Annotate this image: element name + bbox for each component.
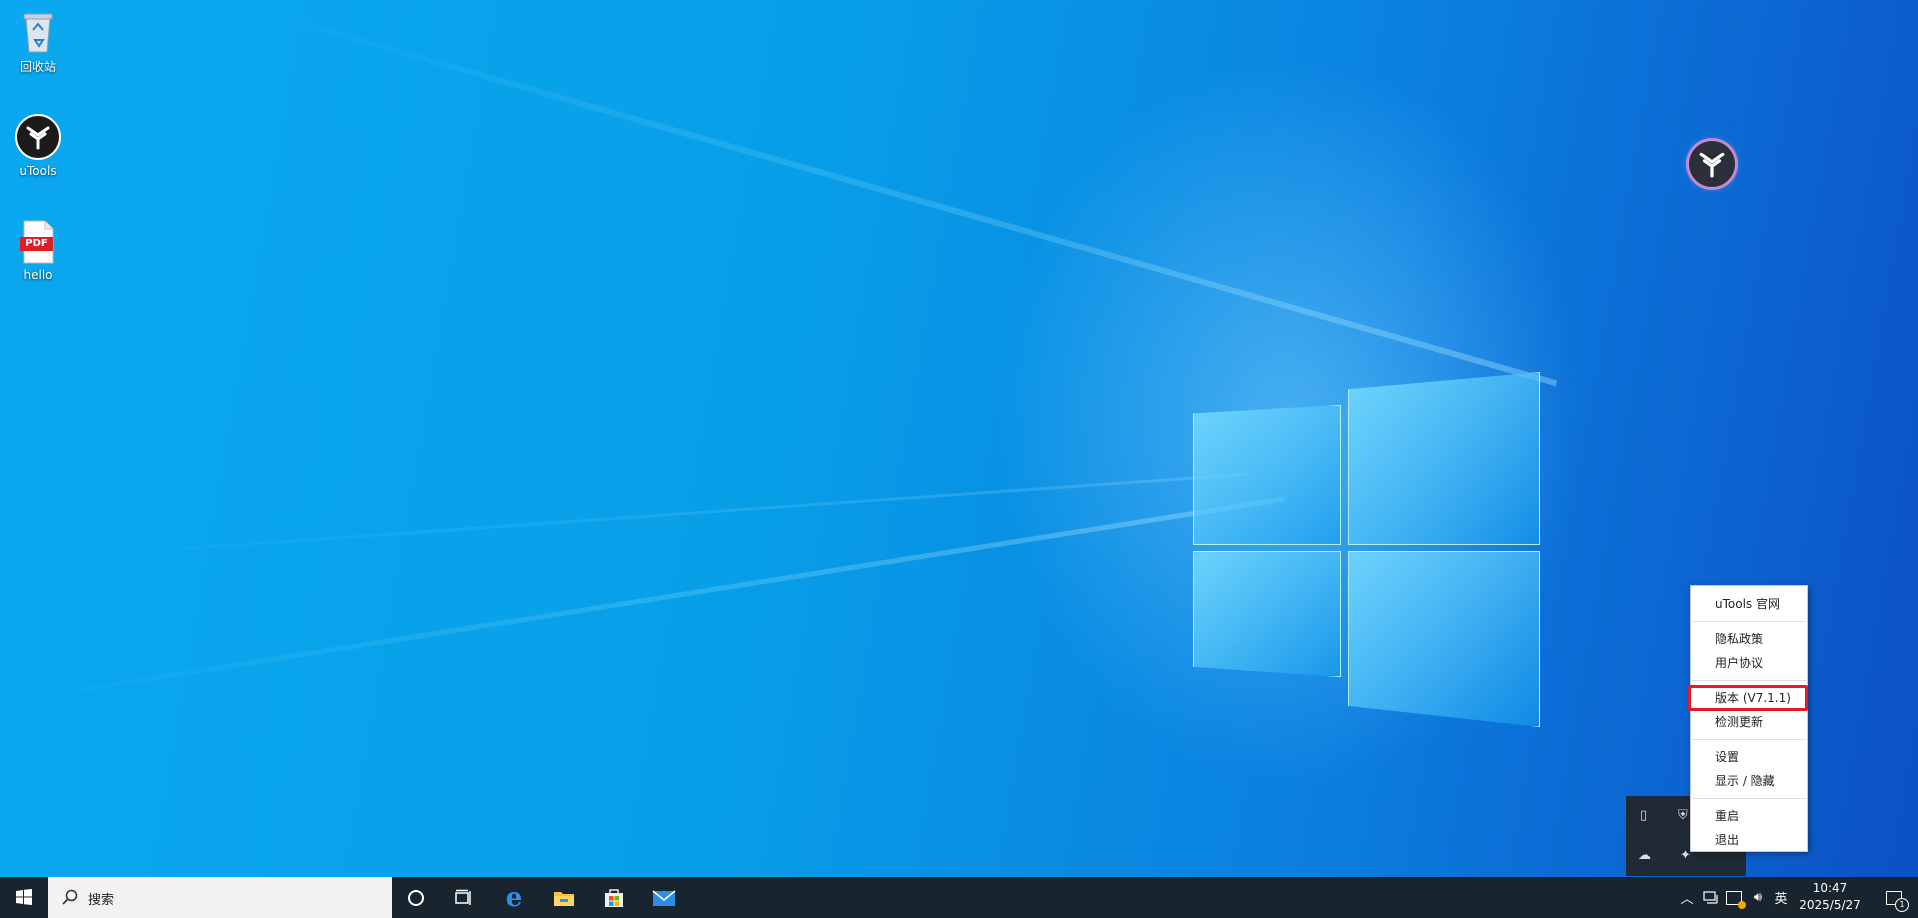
clock-date: 2025/5/27 xyxy=(1799,898,1861,912)
desktop-icon-pdf[interactable]: PDF hello xyxy=(1,220,75,282)
network-icon xyxy=(1703,890,1718,904)
menu-item-quit[interactable]: 退出 xyxy=(1691,828,1807,852)
pdf-badge: PDF xyxy=(20,237,53,251)
tray-action-center[interactable]: 1 xyxy=(1874,877,1914,918)
speaker-icon: 🔊︎ xyxy=(1753,890,1763,905)
light-ray xyxy=(0,472,1248,563)
notification-count-badge: 1 xyxy=(1895,897,1909,912)
file-explorer-icon xyxy=(554,891,574,906)
utools-icon xyxy=(15,114,61,160)
menu-item-version[interactable]: 版本 (V7.1.1) xyxy=(1688,685,1808,711)
menu-item-restart[interactable]: 重启 xyxy=(1691,804,1807,828)
taskbar-mail[interactable] xyxy=(640,877,688,918)
windows-logo-pane xyxy=(1193,405,1341,545)
menu-item-settings[interactable]: 设置 xyxy=(1691,745,1807,769)
menu-separator xyxy=(1692,739,1806,740)
tray-network[interactable] xyxy=(1700,877,1722,918)
windows-logo-pane xyxy=(1348,372,1540,545)
desktop-icon-label: 回收站 xyxy=(19,60,56,74)
onedrive-offline-icon[interactable]: ☁ xyxy=(1638,848,1651,863)
security-warning-icon xyxy=(1726,890,1746,909)
desktop-icon-label: uTools xyxy=(19,164,57,178)
desktop-icon-recycle-bin[interactable]: 回收站 xyxy=(1,8,75,75)
tray-input-method[interactable]: 英 xyxy=(1770,877,1792,918)
menu-item-version-label: 版本 (V7.1.1) xyxy=(1715,691,1791,705)
taskbar-store[interactable] xyxy=(590,877,638,918)
taskbar-clock[interactable]: 10:47 2025/5/27 xyxy=(1790,880,1870,914)
search-icon xyxy=(62,889,78,905)
menu-item-show-hide[interactable]: 显示 / 隐藏 xyxy=(1691,769,1807,793)
light-ray xyxy=(0,496,1285,705)
cortana-circle-icon xyxy=(408,889,424,906)
menu-item-user-agreement[interactable]: 用户协议 xyxy=(1691,651,1807,675)
search-placeholder: 搜索 xyxy=(88,893,115,908)
windows-start-icon xyxy=(16,889,32,905)
taskbar: 搜索 e ︿ 🔊︎ 英 10:47 2025/5/27 1 xyxy=(0,877,1918,918)
windows-logo-pane xyxy=(1348,551,1540,727)
notification-icon: 1 xyxy=(1886,890,1909,912)
task-view-button[interactable] xyxy=(440,877,488,918)
menu-separator xyxy=(1692,621,1806,622)
start-button[interactable] xyxy=(0,877,48,918)
chevron-up-icon: ︿ xyxy=(1680,892,1694,907)
tray-volume[interactable]: 🔊︎ xyxy=(1747,877,1769,918)
cortana-button[interactable] xyxy=(392,877,440,918)
desktop-icon-label: hello xyxy=(23,268,53,282)
taskbar-file-explorer[interactable] xyxy=(540,877,588,918)
recycle-bin-icon xyxy=(20,8,56,54)
menu-separator xyxy=(1692,798,1806,799)
taskbar-search-box[interactable]: 搜索 xyxy=(48,877,392,918)
windows-logo-pane xyxy=(1193,551,1341,677)
ime-label: 英 xyxy=(1774,892,1788,907)
clock-time: 10:47 xyxy=(1812,881,1848,895)
menu-item-check-update[interactable]: 检测更新 xyxy=(1691,710,1807,734)
menu-item-privacy-policy[interactable]: 隐私政策 xyxy=(1691,627,1807,651)
light-ray xyxy=(229,0,1558,387)
edge-browser-icon: e xyxy=(505,882,523,913)
tray-show-hidden-button[interactable]: ︿ xyxy=(1676,877,1698,918)
tray-security-center[interactable] xyxy=(1723,877,1746,918)
microsoft-store-icon xyxy=(605,888,623,907)
desktop-icon-utools[interactable]: uTools xyxy=(1,114,75,178)
utools-tray-context-menu: uTools 官网 隐私政策 用户协议 版本 (V7.1.1) 检测更新 设置 … xyxy=(1688,585,1808,852)
usb-device-icon[interactable]: ▯ xyxy=(1640,808,1647,823)
pdf-file-icon: PDF xyxy=(20,220,56,264)
menu-item-official-site[interactable]: uTools 官网 xyxy=(1691,592,1807,616)
task-view-icon xyxy=(455,889,471,905)
security-shield-icon[interactable]: ⛨ xyxy=(1678,808,1688,823)
utools-floating-ball[interactable] xyxy=(1689,141,1735,187)
utools-icon xyxy=(1699,152,1725,178)
mail-icon xyxy=(652,889,676,906)
menu-separator xyxy=(1692,680,1806,681)
desktop-wallpaper xyxy=(0,0,1918,877)
taskbar-edge[interactable]: e xyxy=(490,877,538,918)
